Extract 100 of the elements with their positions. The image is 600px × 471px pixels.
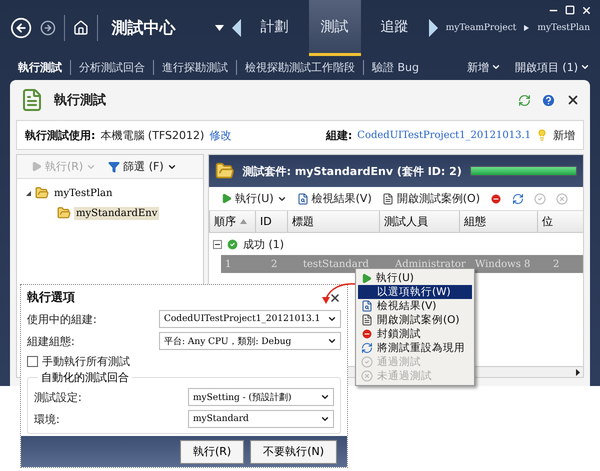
menu-item[interactable]: 開啟測試案例(O): [358, 313, 472, 327]
fail-icon: [556, 192, 568, 204]
scroll-left-icon[interactable]: [232, 19, 241, 37]
close-icon[interactable]: [581, 5, 592, 16]
column-header[interactable]: ID: [255, 211, 287, 232]
toolbar-button[interactable]: 執行(U): [219, 191, 289, 206]
caret-icon: [327, 314, 337, 324]
reset-icon: [512, 192, 524, 204]
document-icon: [382, 192, 394, 204]
field-label: 環境:: [34, 412, 60, 426]
group-title: 自動化的測試回合: [38, 370, 132, 385]
toolbar-button[interactable]: 開啟測試案例(O): [380, 191, 482, 206]
column-header[interactable]: 測試人員: [379, 211, 459, 232]
close-icon[interactable]: [329, 292, 341, 304]
sort-ascending-icon: [240, 219, 247, 224]
dialog-button[interactable]: 執行(R): [180, 440, 244, 464]
forward-icon[interactable]: [40, 18, 56, 38]
fail-icon: [361, 370, 373, 382]
new-build-link[interactable]: 新增: [553, 128, 575, 142]
caret-icon: [320, 414, 330, 424]
column-header[interactable]: 位: [537, 211, 581, 232]
reset-icon: [361, 342, 373, 354]
breadcrumb-link[interactable]: myTestPlan: [537, 23, 590, 33]
caret-icon: [320, 392, 330, 402]
build-link[interactable]: CodedUITestProject1_20121013.1: [357, 130, 531, 140]
breadcrumb-separator-icon: [524, 25, 530, 31]
dialog-title: 執行選項: [27, 289, 75, 306]
play-icon: [31, 161, 42, 172]
table-cell-text: Administrator: [394, 258, 467, 270]
table-cell-text: 2: [552, 258, 560, 270]
hub-title: 測試中心: [112, 18, 177, 38]
menu-item[interactable]: 執行(U): [358, 271, 472, 285]
scroll-right-icon[interactable]: [576, 368, 580, 376]
caret-icon: [580, 62, 590, 72]
menu-button[interactable]: 開啟項目 (1): [514, 60, 590, 74]
filter-icon: [108, 160, 120, 172]
check-icon: [361, 356, 373, 368]
dialog-button[interactable]: 不要執行(N): [250, 440, 337, 464]
check-icon: [534, 192, 546, 204]
dropdown-field[interactable]: mySetting - (預設計劃): [188, 388, 334, 406]
refresh-icon[interactable]: [518, 94, 531, 106]
collapse-toggle-icon[interactable]: [213, 240, 222, 248]
caret-icon: [490, 62, 501, 72]
annotation-arrow: [322, 282, 356, 304]
folder-icon: [35, 186, 49, 200]
lightbulb-icon: [536, 129, 548, 141]
field-label: 使用中的組建:: [27, 312, 97, 326]
column-header[interactable]: 順序: [209, 211, 255, 232]
page-link[interactable]: 執行測試: [10, 60, 71, 74]
toolbar-button[interactable]: 篩選 (F): [106, 159, 179, 174]
page-link[interactable]: 進行探勘測試: [154, 60, 237, 74]
help-icon[interactable]: [541, 92, 556, 108]
table-cell-text: 1: [224, 258, 232, 270]
tree-item[interactable]: myTestPlan: [52, 186, 114, 200]
dropdown-field[interactable]: myStandard: [188, 410, 334, 428]
checkbox[interactable]: [27, 356, 38, 367]
table-cell-text: testStandard: [302, 258, 370, 270]
table-cell-text: Windows 8: [474, 258, 532, 270]
dropdown-field[interactable]: 平台: Any CPU，類別: Debug: [159, 332, 341, 350]
block-icon: [361, 328, 373, 340]
block-icon: [490, 192, 502, 204]
dropdown-caret-icon[interactable]: [214, 25, 224, 31]
scroll-right-icon[interactable]: [428, 19, 438, 37]
menu-item[interactable]: 封鎖測試: [358, 327, 472, 341]
caret-icon: [327, 336, 337, 346]
column-header[interactable]: 組態: [459, 211, 537, 232]
menu-item[interactable]: 將測試重設為現用: [358, 341, 472, 355]
field-label: 測試設定:: [34, 390, 82, 404]
menu-item[interactable]: 檢視結果(V): [358, 299, 472, 313]
page-link[interactable]: 檢視探勘測試工作階段: [237, 60, 364, 74]
field-label: 組建組態:: [27, 334, 75, 348]
run-with-value: 本機電腦 (TFS2012): [100, 128, 204, 142]
checkbox-label: 手動執行所有測試: [42, 354, 130, 369]
suite-title: 測試套件: myStandardEnv (套件 ID: 2): [242, 164, 462, 178]
hub-tab[interactable]: 測試: [308, 0, 361, 56]
hub-tab[interactable]: 追蹤: [368, 0, 421, 56]
page-link[interactable]: 分析測試回合: [71, 60, 154, 74]
toolbar-icon-button[interactable]: [510, 192, 526, 204]
menu-item[interactable]: 以選項執行(W): [358, 285, 472, 299]
close-icon[interactable]: [566, 93, 580, 107]
success-icon: [226, 238, 239, 250]
play-icon: [361, 272, 372, 284]
column-header[interactable]: 標題: [287, 211, 379, 232]
maximize-icon[interactable]: [565, 5, 575, 15]
document-search-icon: [361, 300, 373, 312]
group-label: 成功 (1): [243, 236, 284, 252]
build-label: 組建:: [326, 128, 352, 142]
modify-link[interactable]: 修改: [209, 128, 232, 142]
tree-item[interactable]: myStandardEnv: [74, 206, 160, 220]
expand-toggle-icon[interactable]: [25, 190, 32, 196]
panel-title: 執行測試: [54, 92, 107, 109]
dropdown-field[interactable]: CodedUITestProject1_20121013.1: [159, 310, 341, 328]
hub-tab[interactable]: 計劃: [248, 0, 301, 56]
breadcrumb-link[interactable]: myTeamProject: [446, 23, 516, 33]
document-search-icon: [296, 192, 309, 204]
folder-icon: [57, 206, 71, 220]
menu-button[interactable]: 新增: [466, 60, 501, 74]
toolbar-button[interactable]: 檢視結果(V): [294, 191, 374, 206]
page-link[interactable]: 驗證 Bug: [364, 60, 427, 74]
table-cell-text: 2: [270, 258, 278, 270]
